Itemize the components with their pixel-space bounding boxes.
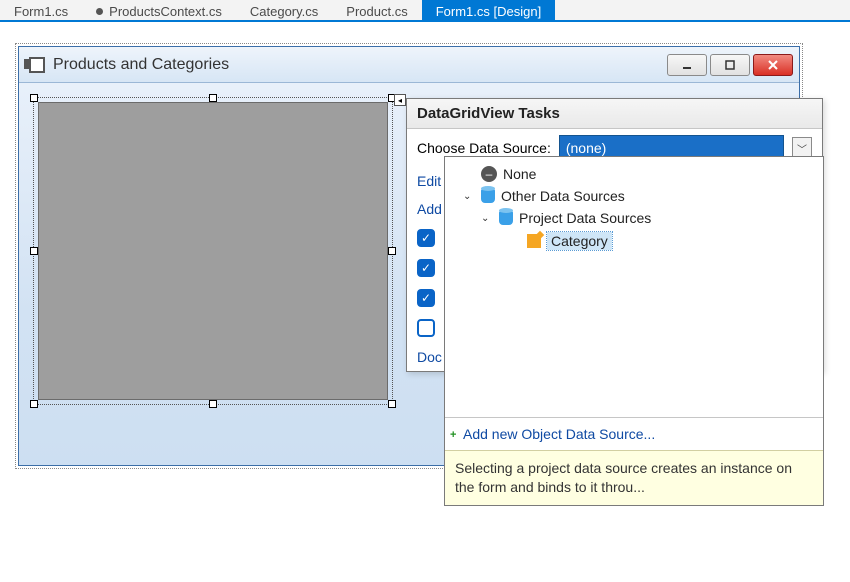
datasource-tree: – None ⌄ Other Data Sources ⌄ Project Da… [445,157,823,417]
tree-node-project-datasources[interactable]: ⌄ Project Data Sources [449,207,819,229]
minimize-button[interactable] [667,54,707,76]
maximize-icon [724,59,736,71]
datasource-tree-popup: – None ⌄ Other Data Sources ⌄ Project Da… [444,156,824,506]
maximize-button[interactable] [710,54,750,76]
chevron-down-icon[interactable]: ⌄ [463,191,475,202]
tasks-panel-title: DataGridView Tasks [407,99,822,129]
close-button[interactable] [753,54,793,76]
tab-productscontext[interactable]: ProductsContext.cs [82,0,236,20]
resize-handle-e[interactable] [388,247,396,255]
form-icon [29,57,45,73]
tab-label: ProductsContext.cs [109,4,222,19]
resize-handle-nw[interactable] [30,94,38,102]
document-tabs: Form1.cs ProductsContext.cs Category.cs … [0,0,850,22]
tab-label: Category.cs [250,4,318,19]
tree-node-category[interactable]: Category [449,229,819,253]
add-column-link[interactable]: Add [417,201,442,217]
datagridview-surface [38,102,388,400]
database-icon [481,189,495,203]
tree-node-label: None [503,166,536,182]
tab-label: Form1.cs [14,4,68,19]
tree-node-label: Project Data Sources [519,210,651,226]
choose-datasource-label: Choose Data Source: [417,140,551,156]
checkbox-enable-2[interactable]: ✓ [417,259,435,277]
chevron-down-icon[interactable]: ⌄ [481,213,493,224]
tree-node-other-datasources[interactable]: ⌄ Other Data Sources [449,185,819,207]
chevron-down-icon: ﹀ [797,141,807,156]
add-object-datasource-link[interactable]: + Add new Object Data Source... [445,417,823,450]
checkbox-enable-1[interactable]: ✓ [417,229,435,247]
modified-dot-icon [96,8,103,15]
none-icon: – [481,166,497,182]
checkbox-enable-4[interactable] [417,319,435,337]
datasource-hint: Selecting a project data source creates … [445,450,823,505]
plus-icon: + [450,429,456,441]
tab-category[interactable]: Category.cs [236,0,332,20]
tab-label: Form1.cs [Design] [436,4,541,19]
tree-node-label: Other Data Sources [501,188,625,204]
tab-form1-cs[interactable]: Form1.cs [0,0,82,20]
smart-tag-glyph[interactable]: ◂ [394,94,406,106]
minimize-icon [681,59,693,71]
tab-label: Product.cs [346,4,407,19]
datasource-selected-value: (none) [566,140,606,156]
checkbox-enable-3[interactable]: ✓ [417,289,435,307]
tab-product[interactable]: Product.cs [332,0,421,20]
form-titlebar: Products and Categories [19,47,799,83]
resize-handle-s[interactable] [209,400,217,408]
resize-handle-w[interactable] [30,247,38,255]
window-title: Products and Categories [53,56,229,74]
datagridview-control[interactable]: ◂ [33,97,393,405]
tab-form1-design[interactable]: Form1.cs [Design] [422,0,555,20]
resize-handle-sw[interactable] [30,400,38,408]
close-icon [767,59,779,71]
dock-link[interactable]: Doc [417,349,442,365]
window-button-group [667,54,793,76]
database-icon [499,211,513,225]
tree-node-none[interactable]: – None [449,163,819,185]
edit-columns-link[interactable]: Edit [417,173,441,189]
entity-icon [527,234,541,248]
tree-node-label: Category [547,232,612,250]
resize-handle-se[interactable] [388,400,396,408]
add-source-label: Add new Object Data Source... [463,426,655,442]
resize-handle-n[interactable] [209,94,217,102]
